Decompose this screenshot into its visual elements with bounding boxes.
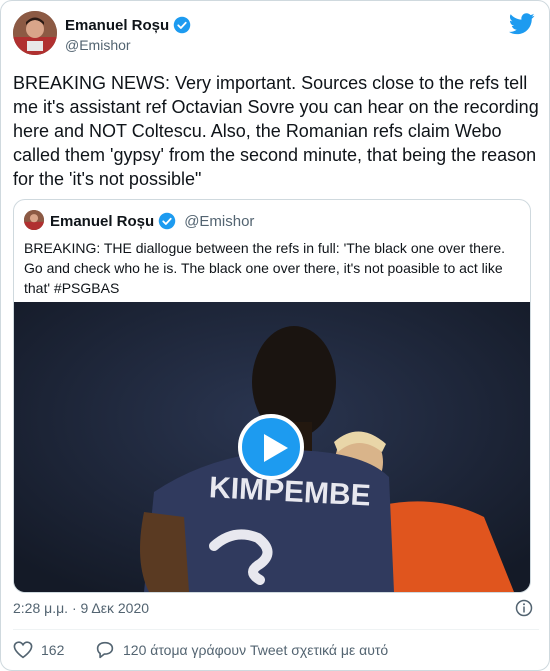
divider <box>13 629 539 630</box>
conversation-link[interactable]: 120 άτομα γράφουν Tweet σχετικά με αυτό <box>95 641 388 659</box>
quoted-tweet-text: BREAKING: THE diallogue between the refs… <box>24 240 505 296</box>
quoted-author-avatar <box>24 210 44 230</box>
quoted-author-row: Emanuel Roșu @Emishor <box>50 212 254 230</box>
video-player[interactable]: KIMPEMBE <box>14 302 530 592</box>
author-handle[interactable]: @Emishor <box>65 37 131 53</box>
tweet-text: BREAKING NEWS: Very important. Sources c… <box>13 73 544 189</box>
heart-icon <box>13 641 33 659</box>
author-name[interactable]: Emanuel Roșu <box>65 17 169 34</box>
play-icon <box>264 434 288 462</box>
reply-bubble-icon <box>96 641 114 659</box>
quoted-author-name: Emanuel Roșu <box>50 212 155 230</box>
twitter-bird-icon[interactable] <box>509 13 535 35</box>
like-count: 162 <box>41 642 65 658</box>
quoted-tweet[interactable]: Emanuel Roșu @Emishor BREAKING: THE dial… <box>13 199 531 593</box>
tweet-timestamp[interactable]: 2:28 μ.μ. · 9 Δεκ 2020 <box>13 600 149 616</box>
verified-icon <box>158 212 176 230</box>
conversation-text: 120 άτομα γράφουν Tweet σχετικά με αυτό <box>123 642 389 658</box>
verified-icon <box>173 16 191 34</box>
author-name-row[interactable]: Emanuel Roșu <box>65 16 191 34</box>
tweet-card: Emanuel Roșu @Emishor BREAKING NEWS: Ver… <box>0 0 550 671</box>
author-avatar[interactable] <box>13 11 57 55</box>
info-icon[interactable] <box>515 599 533 617</box>
like-button[interactable]: 162 <box>13 641 64 659</box>
play-button[interactable] <box>238 414 304 480</box>
quoted-author-handle: @Emishor <box>184 212 255 230</box>
